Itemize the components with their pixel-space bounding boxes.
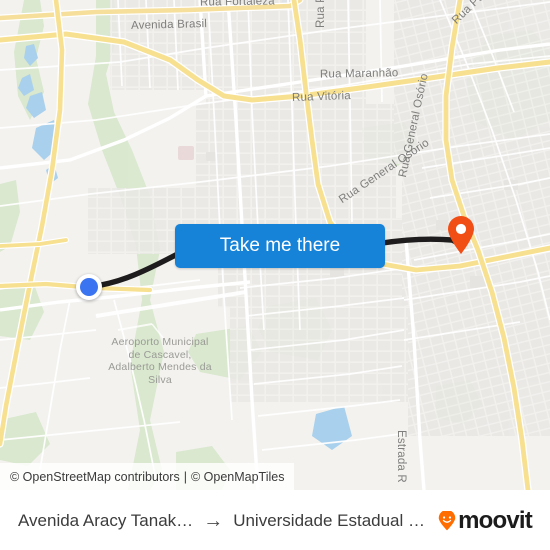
map-canvas[interactable]: Rua Fortaleza Avenida Brasil Rua Pio X R… [0, 0, 550, 490]
moovit-pin-icon [438, 510, 456, 530]
origin-marker[interactable] [76, 274, 102, 300]
origin-marker-dot [80, 278, 98, 296]
map-pin-icon [448, 216, 474, 254]
attribution-separator: | [183, 469, 187, 484]
trip-summary: Avenida Aracy Tanaka ... → Universidade … [18, 511, 431, 531]
moovit-wordmark: moovit [458, 506, 533, 534]
trip-destination-label[interactable]: Universidade Estadual Do... [233, 511, 431, 531]
moovit-logo[interactable]: moovit [437, 506, 533, 534]
take-me-there-button[interactable]: Take me there [175, 224, 385, 268]
attribution-osm[interactable]: © OpenStreetMap contributors [10, 470, 180, 484]
map-screen: Rua Fortaleza Avenida Brasil Rua Pio X R… [0, 0, 550, 550]
trip-origin-label[interactable]: Avenida Aracy Tanaka ... [18, 511, 193, 531]
arrow-right-icon: → [203, 509, 224, 532]
map-attribution: © OpenStreetMap contributors | © OpenMap… [0, 463, 295, 490]
destination-marker[interactable] [446, 215, 476, 255]
bottom-bar: Avenida Aracy Tanaka ... → Universidade … [0, 490, 550, 550]
attribution-openmaptiles[interactable]: © OpenMapTiles [191, 470, 285, 484]
